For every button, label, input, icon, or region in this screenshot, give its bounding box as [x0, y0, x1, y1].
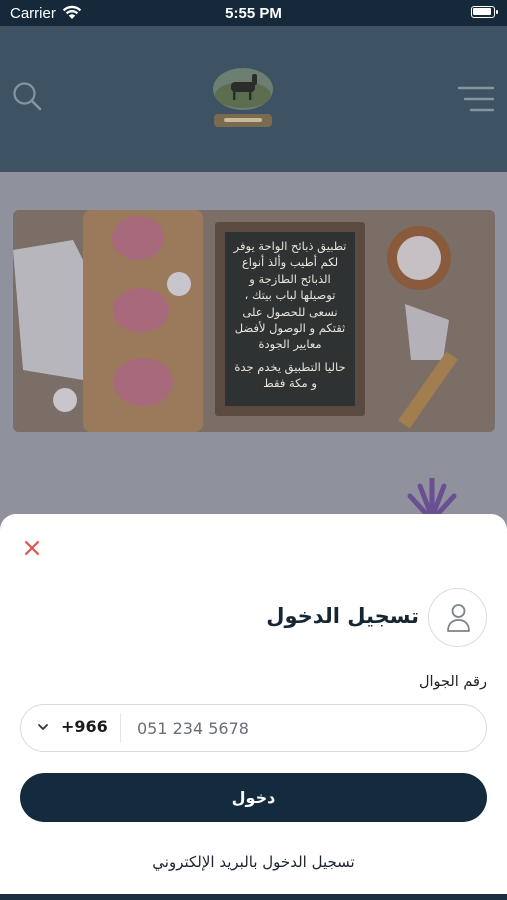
- avatar: [428, 588, 487, 647]
- banner-text-service-area: حاليا التطبيق يخدم جدة و مكة فقط: [234, 359, 346, 391]
- logo-image: [210, 66, 276, 130]
- phone-field: +966: [20, 704, 487, 752]
- user-icon: [447, 604, 470, 632]
- app-header: [0, 26, 507, 172]
- phone-label: رقم الجوال: [418, 674, 487, 690]
- phone-number-input[interactable]: [137, 712, 467, 744]
- login-bottom-sheet: تسجيل الدخول رقم الجوال +966 دخول تسجيل …: [0, 514, 507, 900]
- clock-time: 5:55 PM: [225, 5, 282, 22]
- banner-text-main: تطبيق ذبائح الواحة يوفر لكم أطيب وألذ أن…: [233, 239, 347, 352]
- bottom-bar-strip: [0, 894, 507, 900]
- login-title: تسجيل الدخول: [266, 604, 419, 628]
- login-button[interactable]: دخول: [20, 773, 487, 822]
- close-icon[interactable]: [22, 538, 42, 558]
- hamburger-menu-icon[interactable]: [457, 84, 495, 118]
- field-divider: [120, 713, 121, 743]
- chalkboard: تطبيق ذبائح الواحة يوفر لكم أطيب وألذ أن…: [215, 222, 365, 416]
- country-code-value: +966: [61, 717, 108, 736]
- email-login-link[interactable]: تسجيل الدخول بالبريد الإلكتروني: [0, 853, 507, 871]
- country-code-select[interactable]: +966: [21, 705, 121, 751]
- battery-icon: [471, 6, 498, 18]
- chevron-down-icon: [37, 719, 49, 739]
- status-bar: Carrier 5:55 PM: [0, 0, 507, 26]
- promo-banner[interactable]: تطبيق ذبائح الواحة يوفر لكم أطيب وألذ أن…: [13, 210, 495, 432]
- search-icon[interactable]: [12, 81, 42, 115]
